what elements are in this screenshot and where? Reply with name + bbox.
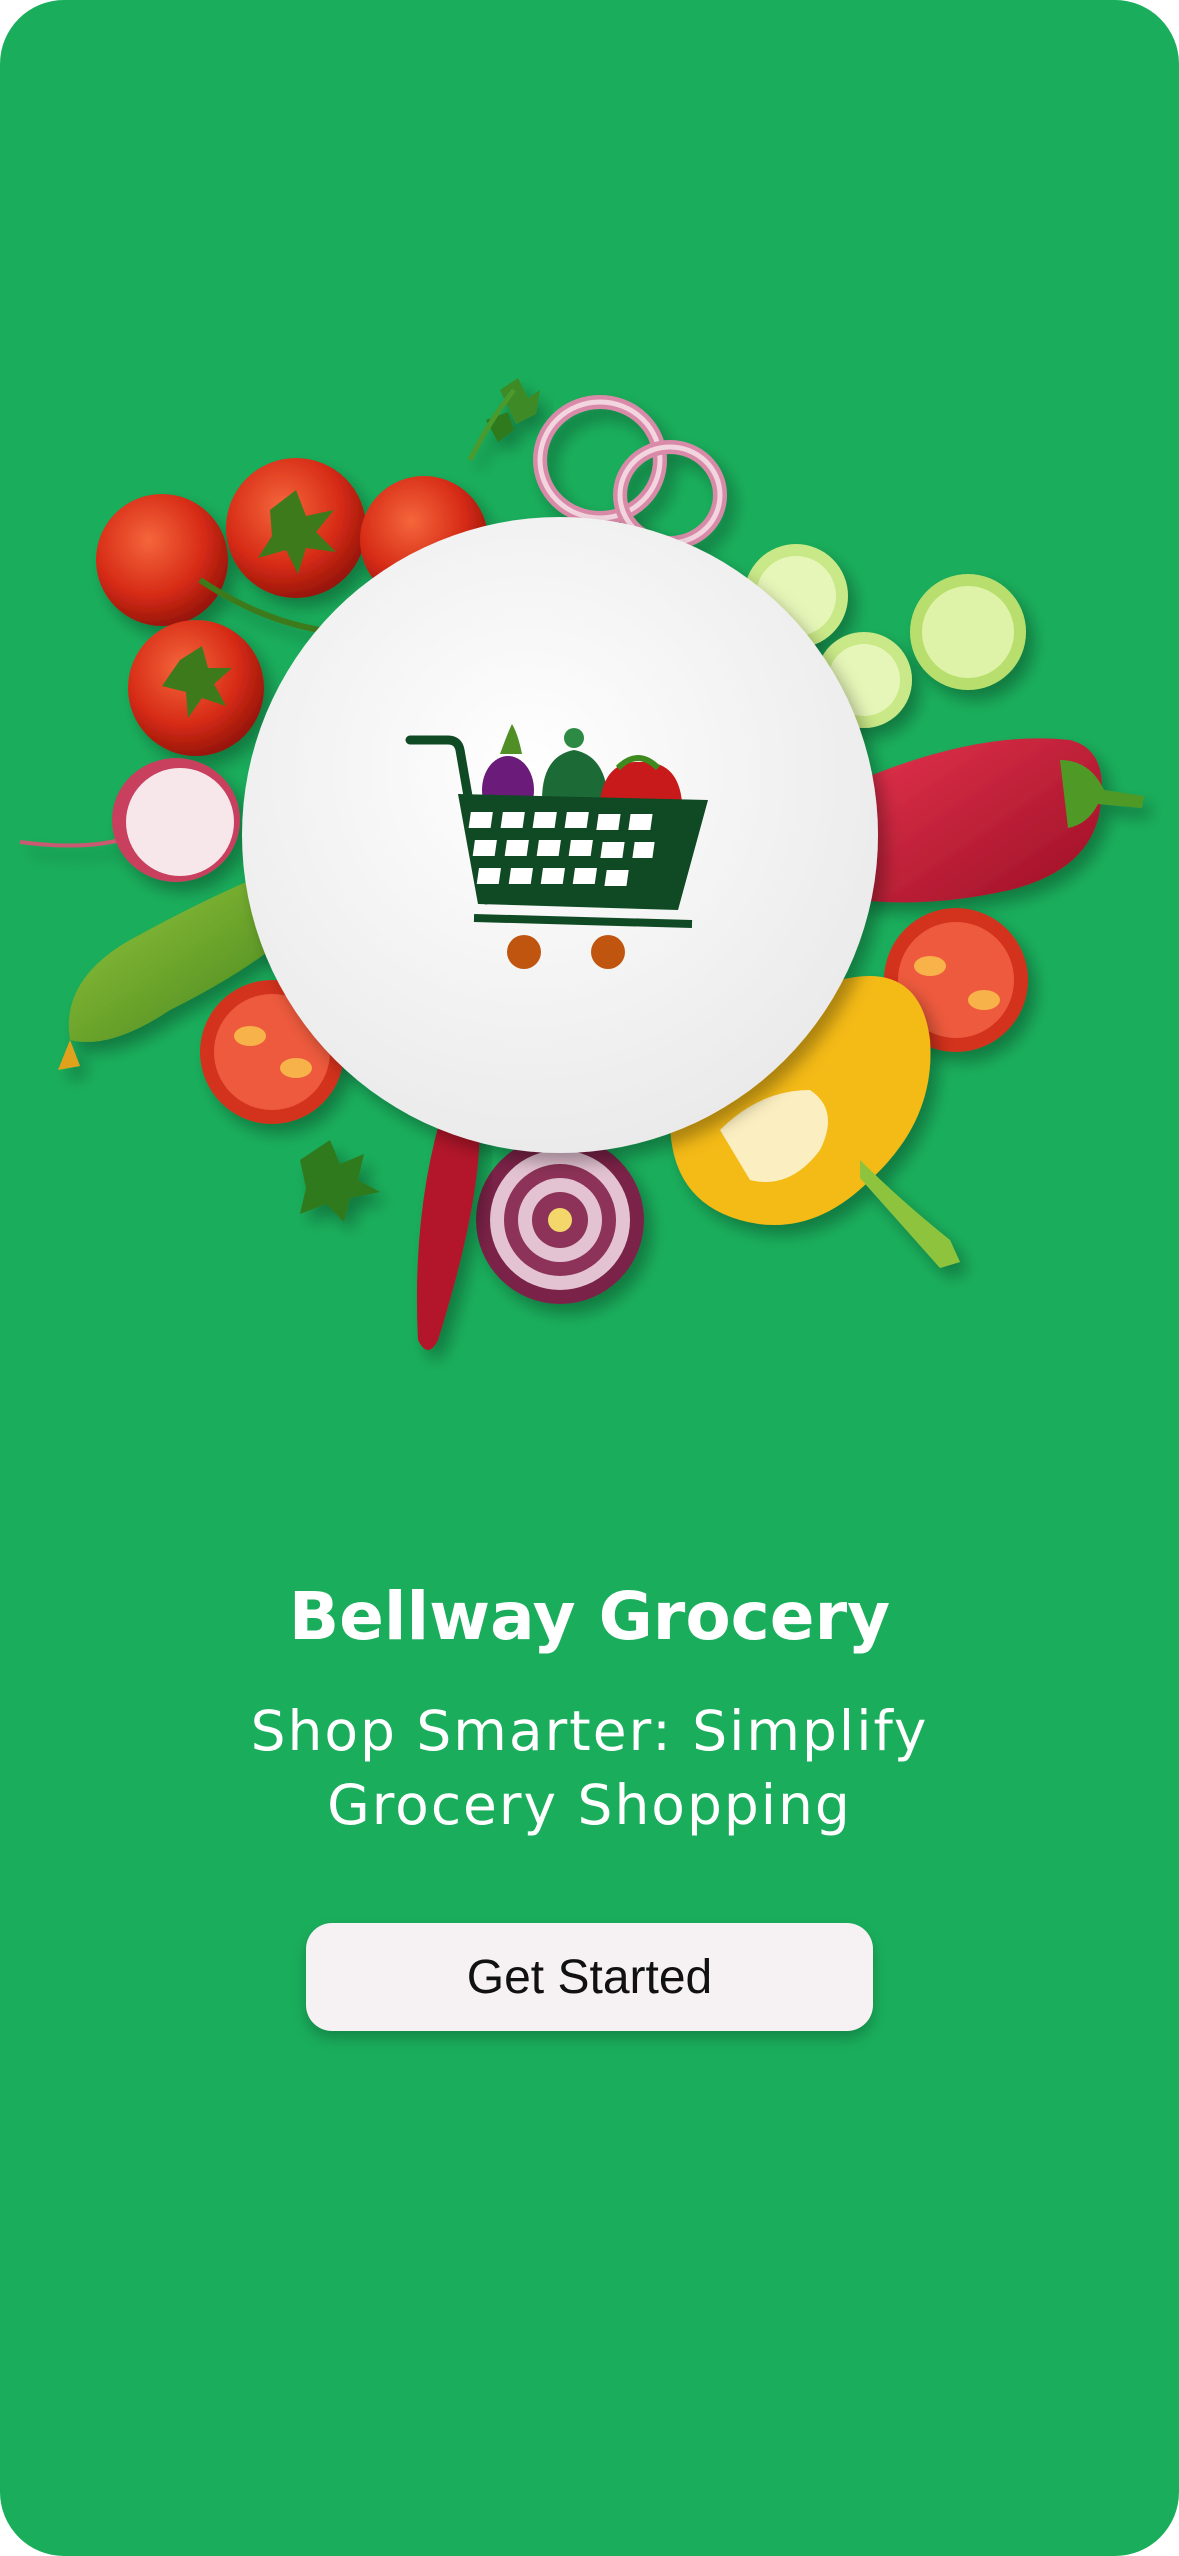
tagline-line-2: Grocery Shopping bbox=[327, 1773, 852, 1837]
parsley-top bbox=[467, 378, 540, 462]
red-pepper bbox=[860, 738, 1144, 903]
app-title: Bellway Grocery bbox=[288, 1578, 891, 1655]
tagline: Shop Smarter: Simplify Grocery Shopping bbox=[0, 1694, 1179, 1842]
splash-screen: Bellway Grocery Shop Smarter: Simplify G… bbox=[0, 0, 1179, 2556]
red-onion bbox=[476, 1136, 644, 1304]
tagline-line-1: Shop Smarter: Simplify bbox=[250, 1699, 929, 1763]
hero-illustration bbox=[0, 360, 1179, 1410]
parsley-bottom bbox=[300, 1140, 380, 1222]
radish bbox=[19, 758, 240, 882]
get-started-button[interactable]: Get Started bbox=[306, 1923, 873, 2031]
